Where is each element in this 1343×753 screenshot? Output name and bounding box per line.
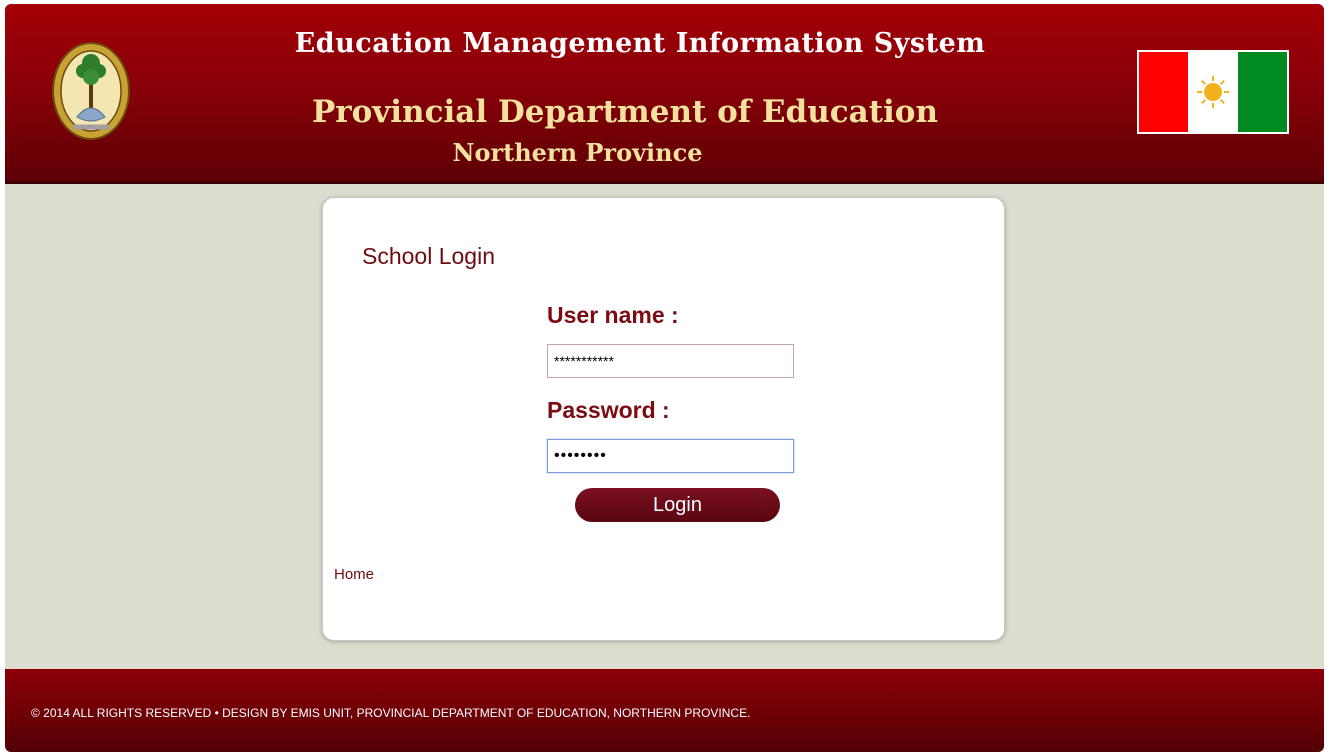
username-label: User name : [547, 302, 679, 328]
home-link[interactable]: Home [334, 566, 374, 583]
sun-icon [1197, 76, 1230, 108]
site-footer: © 2014 ALL RIGHTS RESERVED • DESIGN BY E… [5, 669, 1324, 752]
department-title: Provincial Department of Education [311, 94, 939, 130]
provincial-flag-icon [1137, 50, 1289, 134]
login-card: School Login User name : Password : Logi… [322, 197, 1005, 641]
login-button[interactable]: Login [575, 488, 780, 522]
login-heading: School Login [362, 243, 495, 269]
province-title: Northern Province [452, 138, 703, 167]
password-label: Password : [547, 397, 670, 423]
system-title: Education Management Information System [294, 28, 986, 59]
page-frame: Education Management Information System … [5, 4, 1324, 752]
site-header: Education Management Information System … [5, 4, 1324, 184]
flag-green-band [1237, 52, 1287, 132]
username-input[interactable] [547, 344, 794, 378]
flag-red-band [1139, 52, 1189, 132]
flag-white-band [1188, 52, 1238, 132]
footer-copyright: © 2014 ALL RIGHTS RESERVED • DESIGN BY E… [31, 706, 751, 720]
password-input[interactable] [547, 439, 794, 473]
